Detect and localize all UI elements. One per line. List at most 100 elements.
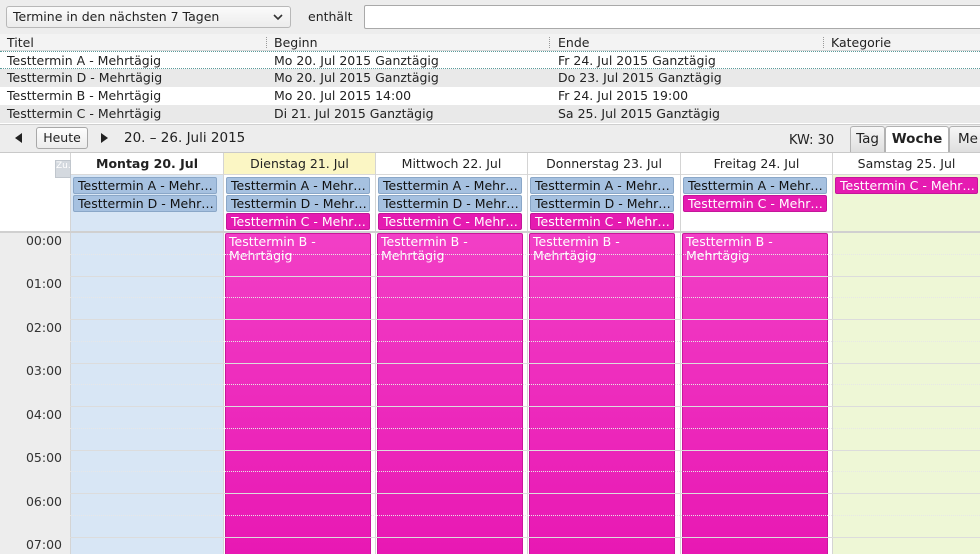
half-hour-line [70, 471, 980, 472]
allday-event[interactable]: Testtermin C - Mehr… [835, 177, 978, 194]
row-start: Di 21. Jul 2015 Ganztägig [274, 106, 434, 121]
half-hour-line [70, 428, 980, 429]
row-title: Testtermin C - Mehrtägig [7, 106, 162, 121]
event-title-cont: Mehrtägig [229, 248, 293, 263]
allday-event[interactable]: Testtermin A - Mehr… [226, 177, 370, 194]
half-hour-line [70, 254, 980, 255]
day-header[interactable]: Donnerstag 23. Jul [528, 153, 680, 175]
row-start: Mo 20. Jul 2015 14:00 [274, 88, 412, 103]
hour-label: 01:00 [25, 276, 62, 291]
hour-label: 07:00 [25, 537, 62, 552]
timed-event[interactable]: Testtermin B - Mehrtägig [377, 233, 523, 554]
time-gutter-corner [0, 175, 70, 231]
row-start: Mo 20. Jul 2015 Ganztägig [274, 53, 439, 68]
search-input[interactable] [364, 5, 980, 29]
contains-label: enthält [308, 9, 353, 24]
day-header[interactable]: Samstag 25. Jul [833, 153, 980, 175]
event-title-cont: Mehrtägig [533, 248, 597, 263]
hour-line [70, 363, 980, 364]
day-header[interactable]: Dienstag 21. Jul [224, 153, 375, 175]
allday-event[interactable]: Testtermin C - Mehr… [530, 213, 674, 230]
allday-event[interactable]: Testtermin D - Mehr… [226, 195, 370, 212]
column-header-end[interactable]: Ende [558, 35, 589, 50]
calendar-nav-bar: Heute 20. – 26. Juli 2015 KW: 30 Tag Woc… [0, 124, 980, 153]
triangle-right-icon[interactable] [97, 131, 111, 145]
row-end: Sa 25. Jul 2015 Ganztägig [558, 106, 720, 121]
event-title: Testtermin B - [686, 234, 773, 249]
allday-event[interactable]: Testtermin C - Mehr… [378, 213, 522, 230]
hour-line [70, 276, 980, 277]
hour-label: 03:00 [25, 363, 62, 378]
hour-label: 06:00 [25, 494, 62, 509]
allday-event[interactable]: Testtermin A - Mehr… [73, 177, 217, 194]
hour-label: 04:00 [25, 407, 62, 422]
zoom-tooltip: Zu... [55, 160, 76, 178]
filter-bar: Termine in den nächsten 7 Tagen enthält [0, 0, 980, 34]
timed-event[interactable]: Testtermin B - Mehrtägig [682, 233, 828, 554]
allday-event[interactable]: Testtermin D - Mehr… [73, 195, 217, 212]
day-header[interactable]: Mittwoch 22. Jul [376, 153, 527, 175]
column-header-title[interactable]: Titel [7, 35, 34, 50]
hour-line [70, 493, 980, 494]
row-end: Do 23. Jul 2015 Ganztägig [558, 70, 722, 85]
column-separator[interactable] [549, 37, 551, 48]
row-end: Fr 24. Jul 2015 19:00 [558, 88, 689, 103]
allday-event[interactable]: Testtermin D - Mehr… [530, 195, 674, 212]
tab-month[interactable]: Me [949, 126, 980, 153]
event-title-cont: Mehrtägig [686, 248, 750, 263]
hour-line [70, 450, 980, 451]
timed-event[interactable]: Testtermin B - Mehrtägig [529, 233, 675, 554]
row-title: Testtermin B - Mehrtägig [7, 88, 162, 103]
hour-line [70, 319, 980, 320]
tab-day[interactable]: Tag [850, 126, 885, 153]
event-title: Testtermin B - [229, 234, 316, 249]
column-header-start[interactable]: Beginn [274, 35, 318, 50]
today-button[interactable]: Heute [36, 127, 88, 149]
row-end: Fr 24. Jul 2015 Ganztägig [558, 53, 716, 68]
event-range-select-value: Termine in den nächsten 7 Tagen [13, 9, 220, 24]
row-start: Mo 20. Jul 2015 Ganztägig [274, 70, 439, 85]
table-row[interactable]: Testtermin B - Mehrtägig Mo 20. Jul 2015… [0, 87, 980, 105]
hour-line [70, 537, 980, 538]
time-gutter: 00:00 01:00 02:00 03:00 04:00 05:00 06:0… [0, 233, 70, 554]
row-title: Testtermin A - Mehrtägig [7, 53, 162, 68]
event-title: Testtermin B - [381, 234, 468, 249]
week-grid[interactable]: Montag 20. Jul Testtermin A - Mehr… Test… [0, 152, 980, 554]
column-separator[interactable] [266, 37, 268, 48]
allday-separator [0, 231, 980, 233]
calendar-window: Termine in den nächsten 7 Tagen enthält … [0, 0, 980, 554]
timed-event[interactable]: Testtermin B - Mehrtägig [225, 233, 371, 554]
hour-line [70, 406, 980, 407]
hour-label: 05:00 [25, 450, 62, 465]
half-hour-line [70, 515, 980, 516]
event-list[interactable]: Titel Beginn Ende Kategorie Testtermin A… [0, 34, 980, 124]
date-range-label: 20. – 26. Juli 2015 [124, 130, 246, 146]
event-title: Testtermin B - [533, 234, 620, 249]
row-title: Testtermin D - Mehrtägig [7, 70, 163, 85]
allday-event[interactable]: Testtermin C - Mehr… [226, 213, 370, 230]
allday-event[interactable]: Testtermin D - Mehr… [378, 195, 522, 212]
triangle-left-icon[interactable] [12, 131, 26, 145]
half-hour-line [70, 384, 980, 385]
column-header-category[interactable]: Kategorie [831, 35, 891, 50]
tab-week[interactable]: Woche [885, 126, 949, 153]
day-header[interactable]: Freitag 24. Jul [681, 153, 832, 175]
event-title-cont: Mehrtägig [381, 248, 445, 263]
event-list-header: Titel Beginn Ende Kategorie [0, 34, 980, 51]
table-row[interactable]: Testtermin D - Mehrtägig Mo 20. Jul 2015… [0, 69, 980, 87]
chevron-down-icon [273, 14, 283, 21]
column-separator[interactable] [823, 37, 825, 48]
allday-event[interactable]: Testtermin C - Mehr… [683, 195, 827, 212]
half-hour-line [70, 341, 980, 342]
hour-label: 00:00 [25, 233, 62, 248]
allday-event[interactable]: Testtermin A - Mehr… [683, 177, 827, 194]
hour-label: 02:00 [25, 320, 62, 335]
table-row[interactable]: Testtermin C - Mehrtägig Di 21. Jul 2015… [0, 105, 980, 123]
day-header[interactable]: Montag 20. Jul [71, 153, 223, 175]
event-range-select[interactable]: Termine in den nächsten 7 Tagen [6, 6, 291, 28]
allday-event[interactable]: Testtermin A - Mehr… [530, 177, 674, 194]
allday-event[interactable]: Testtermin A - Mehr… [378, 177, 522, 194]
table-row[interactable]: Testtermin A - Mehrtägig Mo 20. Jul 2015… [0, 51, 980, 69]
half-hour-line [70, 297, 980, 298]
week-number: KW: 30 [789, 133, 835, 148]
